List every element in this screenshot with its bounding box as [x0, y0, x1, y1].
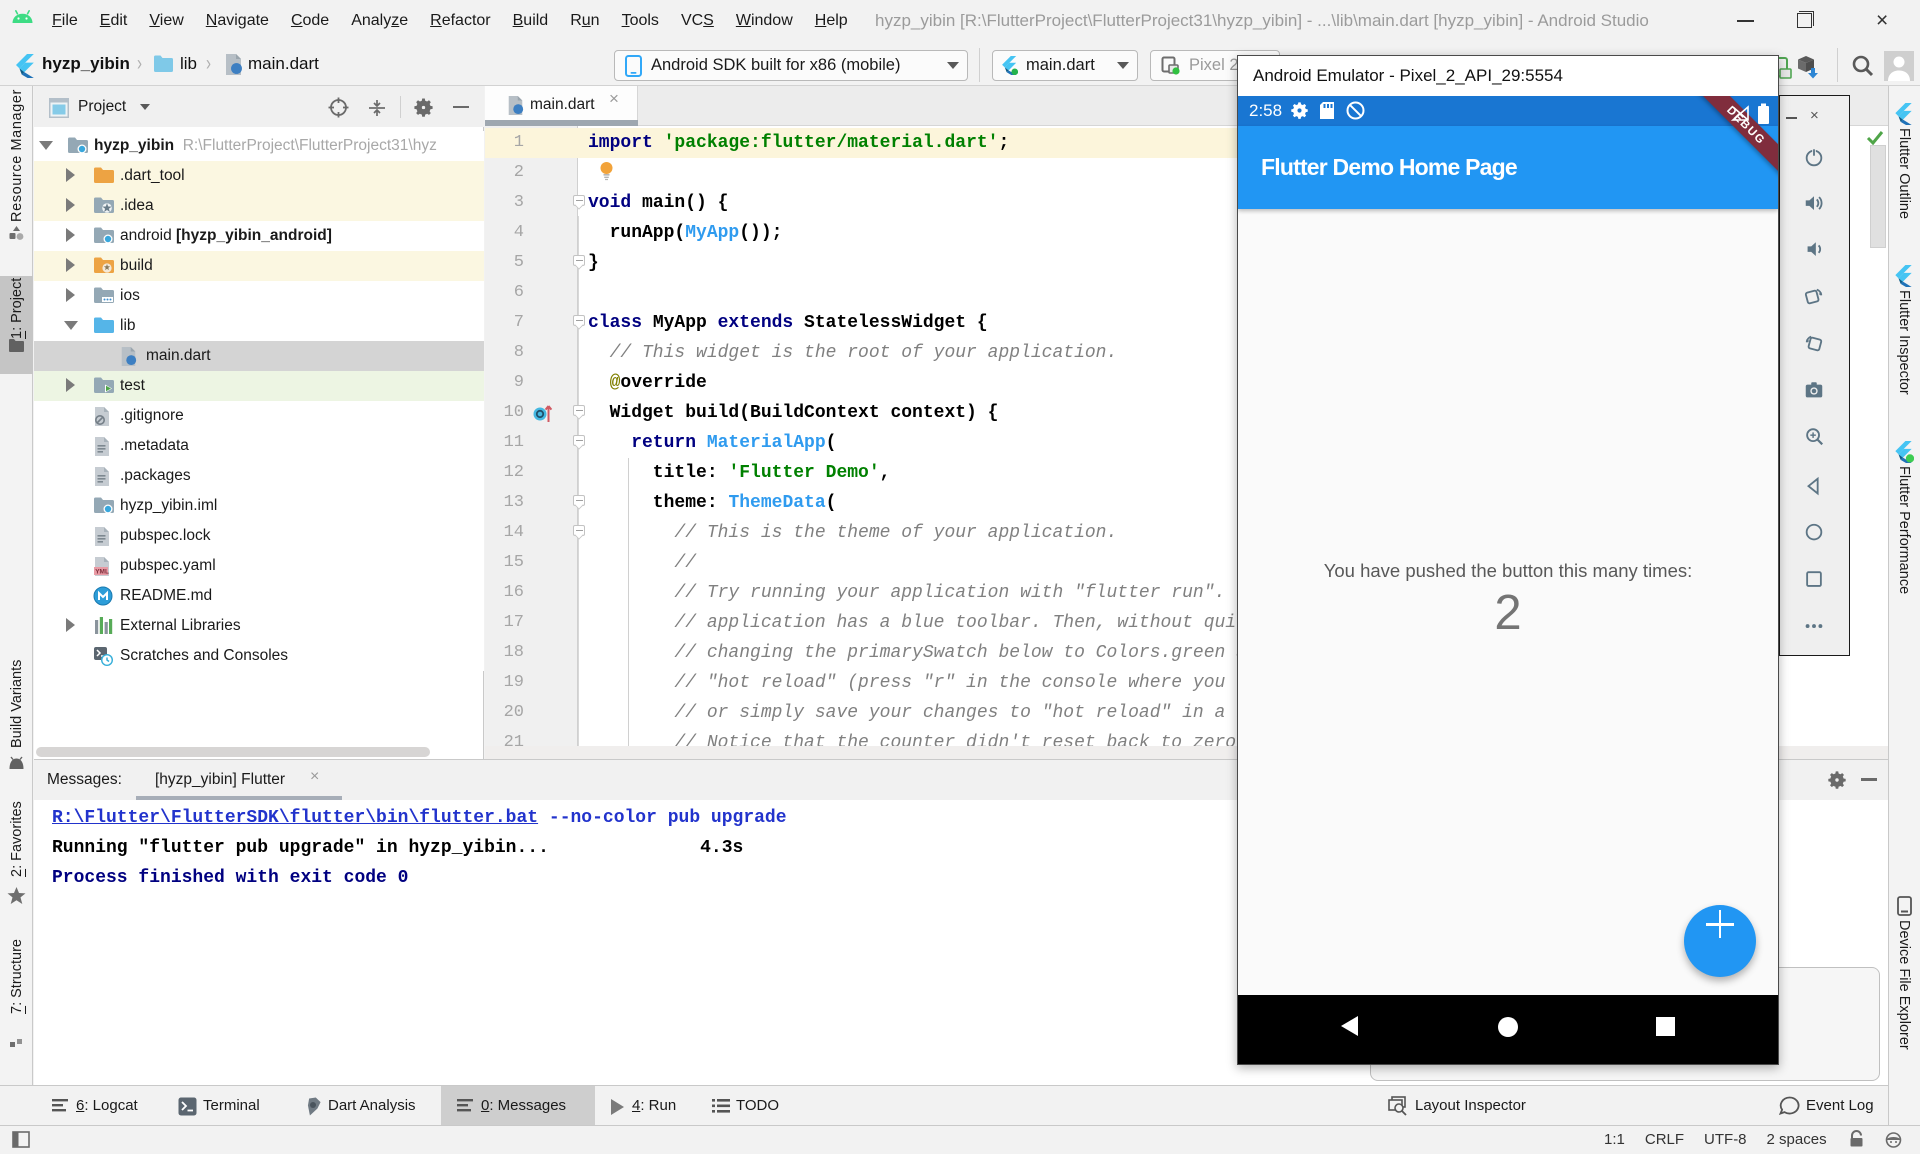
svg-text:YML: YML — [95, 569, 109, 576]
